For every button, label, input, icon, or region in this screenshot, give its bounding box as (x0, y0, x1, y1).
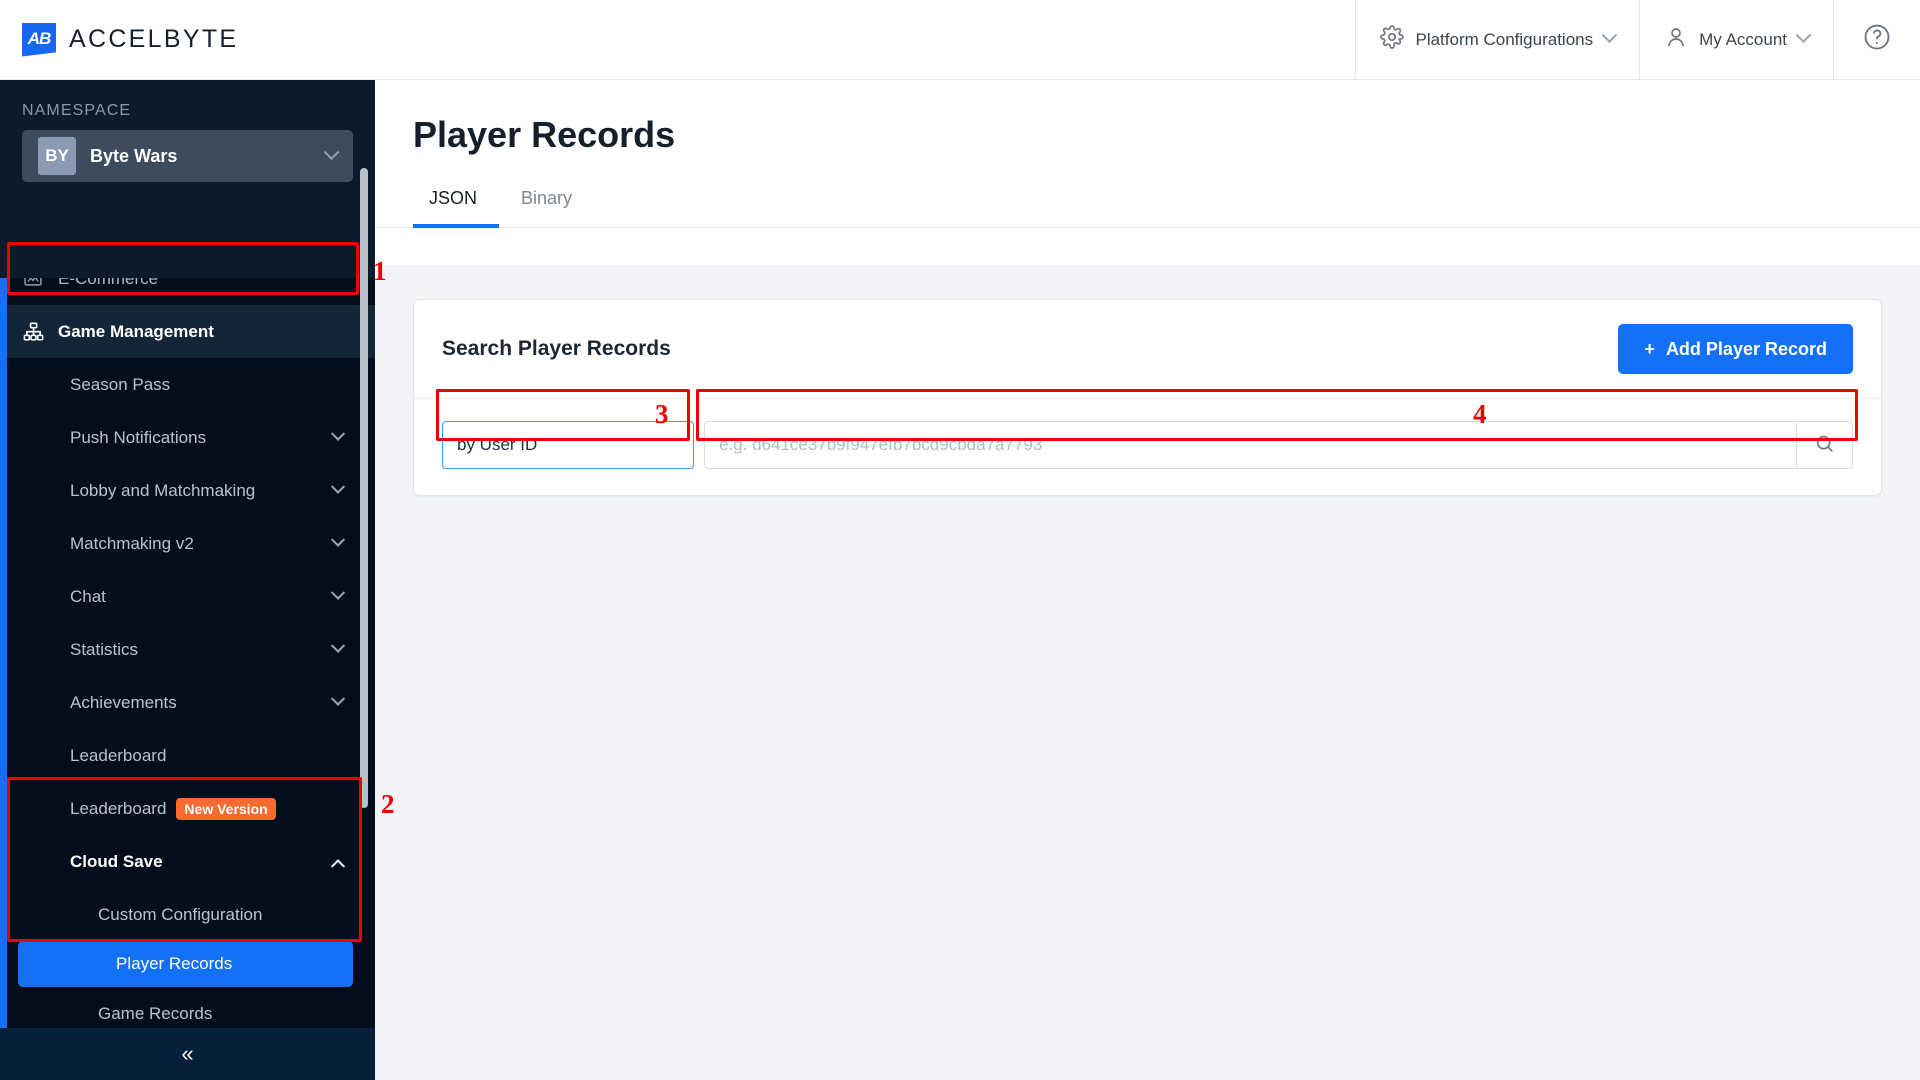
search-submit-button[interactable] (1796, 422, 1852, 468)
sidebar-item-game-management[interactable]: Game Management (0, 305, 375, 358)
search-filter-value: by User ID (457, 435, 538, 454)
chevron-down-icon (1601, 27, 1618, 44)
main-content: Player Records JSON Binary Search Player… (375, 80, 1920, 1080)
chevron-down-icon (1795, 27, 1812, 44)
sidebar-item-label: Statistics (70, 639, 139, 659)
sidebar-item-label: E-Commerce (58, 278, 159, 288)
sidebar-item-statistics[interactable]: Statistics (0, 623, 375, 676)
search-input[interactable] (705, 422, 1796, 468)
tab-bar: JSON Binary (375, 188, 1920, 228)
plus-icon: + (1644, 338, 1655, 359)
top-bar: AB ACCELBYTE Platform Configurations My … (0, 0, 1920, 80)
question-circle-icon (1862, 22, 1892, 57)
sidebar-item-label: Game Records (98, 1003, 213, 1023)
sidebar-nav: E-Commerce Game Management Season Pass Push… (0, 278, 375, 1038)
search-field-wrapper (704, 421, 1853, 469)
content-area: Search Player Records + Add Player Recor… (375, 265, 1920, 1080)
help-button[interactable] (1833, 0, 1920, 79)
sidebar-item-custom-configuration[interactable]: Custom Configuration (0, 888, 375, 941)
card-title: Search Player Records (442, 337, 671, 360)
gear-icon (1380, 25, 1405, 54)
brand-wordmark-light: ACCEL (69, 25, 164, 53)
brand-wordmark-bold: BYTE (163, 25, 239, 53)
sidebar-accent-strip (0, 278, 7, 1080)
sidebar-item-label: Chat (70, 586, 106, 606)
magnifier-icon (1814, 433, 1836, 458)
sidebar-item-label: Game Management (58, 321, 214, 341)
sidebar-item-season-pass[interactable]: Season Pass (0, 358, 375, 411)
sidebar-scrollbar[interactable] (360, 168, 368, 808)
sidebar-item-label: Custom Configuration (98, 904, 263, 924)
chevron-down-icon (330, 691, 346, 706)
chevron-down-icon (330, 479, 346, 494)
sidebar-item-matchmaking-v2[interactable]: Matchmaking v2 (0, 517, 375, 570)
search-filter-select[interactable]: by User ID (442, 421, 694, 469)
sidebar-item-label: Achievements (70, 692, 177, 712)
sidebar-item-label: Matchmaking v2 (70, 533, 194, 553)
sidebar-item-player-records[interactable]: Player Records (18, 941, 353, 987)
sidebar-item-label: Leaderboard (70, 745, 167, 765)
sidebar-item-push-notifications[interactable]: Push Notifications (0, 411, 375, 464)
sitemap-icon (22, 321, 44, 343)
sidebar-item-label: Lobby and Matchmaking (70, 480, 256, 500)
new-version-badge: New Version (176, 797, 276, 820)
sidebar-item-lobby-and-matchmaking[interactable]: Lobby and Matchmaking (0, 464, 375, 517)
sidebar: NAMESPACE BY Byte Wars E-Commerce Game Ma… (0, 80, 375, 1080)
page-title: Player Records (413, 114, 676, 155)
sidebar-item-label: Season Pass (70, 374, 171, 394)
namespace-badge: BY (38, 137, 76, 175)
collapse-chevrons-icon: « (181, 1041, 194, 1066)
my-account-label: My Account (1699, 29, 1787, 49)
search-player-records-card: Search Player Records + Add Player Recor… (413, 299, 1882, 496)
chevron-down-icon (330, 638, 346, 653)
sidebar-item-e-commerce[interactable]: E-Commerce (0, 278, 375, 305)
sidebar-item-chat[interactable]: Chat (0, 570, 375, 623)
chevron-down-icon (330, 532, 346, 547)
add-player-record-label: Add Player Record (1665, 338, 1827, 359)
add-player-record-button[interactable]: + Add Player Record (1618, 324, 1853, 374)
namespace-selector[interactable]: BY Byte Wars (22, 130, 353, 182)
top-bar-spacer (238, 0, 1355, 79)
accelbyte-logo-icon: AB (22, 22, 56, 57)
sidebar-item-leaderboard[interactable]: Leaderboard New Version (0, 782, 375, 835)
tab-binary[interactable]: Binary (499, 188, 594, 228)
chevron-down-icon (330, 426, 346, 441)
card-header: Search Player Records + Add Player Recor… (414, 300, 1881, 399)
sidebar-item-label: Leaderboard (70, 798, 167, 818)
tab-json[interactable]: JSON (413, 188, 500, 228)
namespace-name: Byte Wars (90, 145, 178, 166)
sidebar-item-leaderboard[interactable]: Leaderboard (0, 729, 375, 782)
chevron-up-icon (330, 858, 346, 873)
card-body: by User ID (414, 399, 1881, 495)
chevron-down-icon (323, 143, 340, 160)
brand-logo[interactable]: AB ACCELBYTE (0, 0, 238, 79)
chevron-down-icon (330, 585, 346, 600)
sidebar-collapse-button[interactable]: « (0, 1028, 375, 1080)
sidebar-item-label: Cloud Save (70, 851, 163, 871)
brand-wordmark: ACCELBYTE (69, 25, 238, 54)
sidebar-item-achievements[interactable]: Achievements (0, 676, 375, 729)
platform-configurations-menu[interactable]: Platform Configurations (1355, 0, 1639, 79)
platform-configurations-label: Platform Configurations (1415, 29, 1594, 49)
user-icon (1664, 25, 1688, 54)
sidebar-item-label: Push Notifications (70, 427, 207, 447)
namespace-label: NAMESPACE (22, 102, 132, 119)
sidebar-item-label: Player Records (116, 954, 233, 973)
brand-mark-text: AB (27, 28, 52, 48)
my-account-menu[interactable]: My Account (1639, 0, 1833, 79)
sidebar-item-cloud-save[interactable]: Cloud Save (0, 835, 375, 888)
ecommerce-icon (22, 278, 44, 290)
